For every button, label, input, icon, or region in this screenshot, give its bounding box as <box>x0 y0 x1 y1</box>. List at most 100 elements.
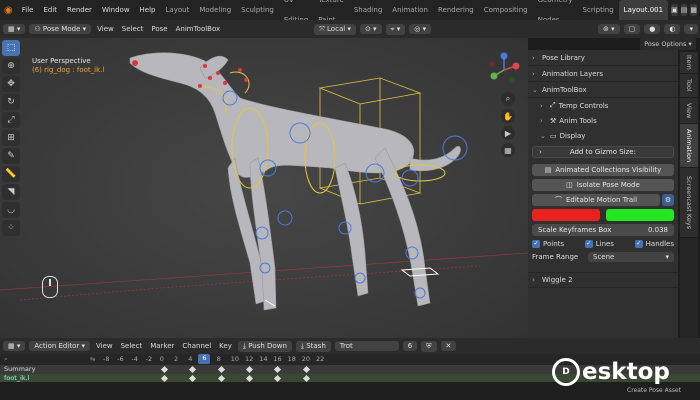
scale-keyframes-box-field[interactable]: Scale Keyframes Box 0.038 <box>532 224 674 236</box>
scale-icon[interactable]: ⤢ <box>2 112 20 128</box>
editor-type-dropdown[interactable]: ▦ ▾ <box>3 24 26 34</box>
lines-checkbox[interactable]: ✓ Lines <box>584 240 614 248</box>
shading-solid-button[interactable]: ● <box>644 24 661 34</box>
before-color-swatch[interactable] <box>532 209 600 221</box>
after-color-swatch[interactable] <box>606 209 674 221</box>
panel-animtoolbox[interactable]: ⌄ AnimToolBox <box>528 82 678 98</box>
3d-viewport[interactable] <box>0 38 528 338</box>
tl-menu-key[interactable]: Key <box>215 342 236 350</box>
keyframe[interactable] <box>245 374 254 382</box>
menu-render[interactable]: Render <box>62 0 97 20</box>
tab-rendering[interactable]: Rendering <box>433 0 479 20</box>
tab-compositing[interactable]: Compositing <box>479 0 533 20</box>
zoom-icon[interactable]: ⌕ <box>501 92 515 106</box>
mode-dropdown[interactable]: ⚇ Pose Mode ▾ <box>29 24 92 34</box>
menu-window[interactable]: Window <box>97 0 135 20</box>
push-pose-icon[interactable]: ⁘ <box>2 220 20 236</box>
editable-motion-trail-button[interactable]: ⌒ Editable Motion Trail <box>532 194 660 206</box>
fake-user-shield-icon[interactable]: ⛨ <box>421 340 437 352</box>
pan-hand-icon[interactable]: ✋ <box>501 109 515 123</box>
proportional-dropdown[interactable]: ◎ ▾ <box>409 24 432 34</box>
menu-help[interactable]: Help <box>135 0 161 20</box>
action-editor-mode-dropdown[interactable]: Action Editor ▾ <box>29 341 90 351</box>
shading-dropdown[interactable]: ▾ <box>684 24 698 34</box>
move-icon[interactable]: ✥ <box>2 76 20 92</box>
action-name-field[interactable]: Trot <box>334 341 399 351</box>
scene-browse-icon[interactable]: ▤ <box>680 4 688 16</box>
editor-type-dropdown[interactable]: ▦ ▾ <box>3 341 26 351</box>
tab-layout[interactable]: Layout <box>161 0 195 20</box>
frame-range-dropdown[interactable]: Scene ▾ <box>588 252 674 262</box>
filter-swap-icon[interactable]: ⇆ <box>90 355 95 363</box>
cursor-icon[interactable]: ⊕ <box>2 58 20 74</box>
tl-menu-channel[interactable]: Channel <box>178 342 215 350</box>
pose-breakdowner-icon[interactable]: ◥ <box>2 184 20 200</box>
menu-edit[interactable]: Edit <box>38 0 62 20</box>
push-down-button[interactable]: ⤓ Push Down <box>237 340 292 352</box>
menu-pose[interactable]: Pose <box>147 25 171 33</box>
orientation-dropdown[interactable]: ⤧ Local ▾ <box>314 23 356 35</box>
points-checkbox[interactable]: ✓ Points <box>532 240 564 248</box>
keyframe[interactable] <box>274 374 282 382</box>
tab-animation[interactable]: Animation <box>387 0 433 20</box>
subpanel-anim-tools[interactable]: › ⚒ Anim Tools <box>528 113 678 128</box>
view-layer-icon[interactable]: ▦ <box>690 4 697 16</box>
blender-logo-icon[interactable]: ◉ <box>4 3 13 17</box>
tab-tool[interactable]: Tool <box>680 74 698 98</box>
transform-icon[interactable]: ⊞ <box>2 130 20 146</box>
tab-shading[interactable]: Shading <box>349 0 387 20</box>
action-close-icon[interactable]: ✕ <box>440 341 457 351</box>
motion-trail-settings-icon[interactable]: ⚙ <box>662 194 674 206</box>
keyframe[interactable] <box>217 374 225 382</box>
menu-animtoolbox[interactable]: AnimToolBox <box>172 25 225 33</box>
tab-animation[interactable]: Animation <box>680 124 698 168</box>
panel-animation-layers[interactable]: › Animation Layers <box>528 66 678 82</box>
subpanel-temp-controls[interactable]: › ⤢ Temp Controls <box>528 98 678 113</box>
shading-material-button[interactable]: ◐ <box>664 24 681 34</box>
keyframe[interactable] <box>189 365 197 374</box>
tab-view[interactable]: View <box>680 98 698 124</box>
stash-button[interactable]: ⤓ Stash <box>295 340 331 352</box>
search-icon[interactable]: ⌕ <box>4 355 8 364</box>
panel-wiggle[interactable]: › Wiggle 2 <box>528 272 678 288</box>
scene-icon[interactable]: ▣ <box>671 4 678 16</box>
handles-checkbox[interactable]: ✓ Handles <box>634 240 674 248</box>
keyframe[interactable] <box>274 365 282 374</box>
menu-file[interactable]: File <box>17 0 39 20</box>
menu-view[interactable]: View <box>93 25 118 33</box>
add-to-gizmo-size-row[interactable]: › Add to Gizmo Size: <box>532 146 674 158</box>
tl-menu-view[interactable]: View <box>92 342 117 350</box>
tl-menu-marker[interactable]: Marker <box>146 342 178 350</box>
action-users-count[interactable]: 6 <box>402 341 418 351</box>
annotate-icon[interactable]: ✎ <box>2 148 20 164</box>
menu-select[interactable]: Select <box>118 25 148 33</box>
tab-layout-001[interactable]: Layout.001 <box>618 0 669 20</box>
keyframe[interactable] <box>217 365 225 374</box>
measure-icon[interactable]: 📏 <box>2 166 20 182</box>
select-box-icon[interactable]: ⬚ <box>2 40 20 56</box>
tab-scripting[interactable]: Scripting <box>578 0 619 20</box>
subpanel-display[interactable]: ⌄ ▭ Display <box>528 128 678 143</box>
tab-screencast-keys[interactable]: Screencast Keys <box>680 168 698 238</box>
pivot-dropdown[interactable]: ⊙ ▾ <box>359 24 382 34</box>
keyframe[interactable] <box>302 365 310 374</box>
panel-pose-library[interactable]: › Pose Library <box>528 50 678 66</box>
rotate-icon[interactable]: ↻ <box>2 94 20 110</box>
playhead[interactable]: 6 <box>198 354 211 364</box>
tab-sculpting[interactable]: Sculpting <box>236 0 279 20</box>
grid-icon[interactable]: ▦ <box>501 143 515 157</box>
snap-dropdown[interactable]: ⌖ ▾ <box>385 23 406 35</box>
keyframe[interactable] <box>160 374 168 382</box>
keyframe[interactable] <box>302 374 310 382</box>
animated-collections-visibility-button[interactable]: ▤ Animated Collections Visibility <box>532 164 674 176</box>
keyframe[interactable] <box>160 365 168 374</box>
relax-pose-icon[interactable]: ◡ <box>2 202 20 218</box>
tl-menu-select[interactable]: Select <box>117 342 147 350</box>
camera-icon[interactable]: ▶ <box>501 126 515 140</box>
isolate-pose-mode-button[interactable]: ◫ Isolate Pose Mode <box>532 179 674 191</box>
keyframe[interactable] <box>245 365 254 374</box>
tab-modeling[interactable]: Modeling <box>194 0 236 20</box>
xray-toggle[interactable]: ▢ <box>623 24 641 34</box>
navigation-gizmo[interactable] <box>486 52 522 88</box>
tab-item[interactable]: Item <box>680 52 698 74</box>
